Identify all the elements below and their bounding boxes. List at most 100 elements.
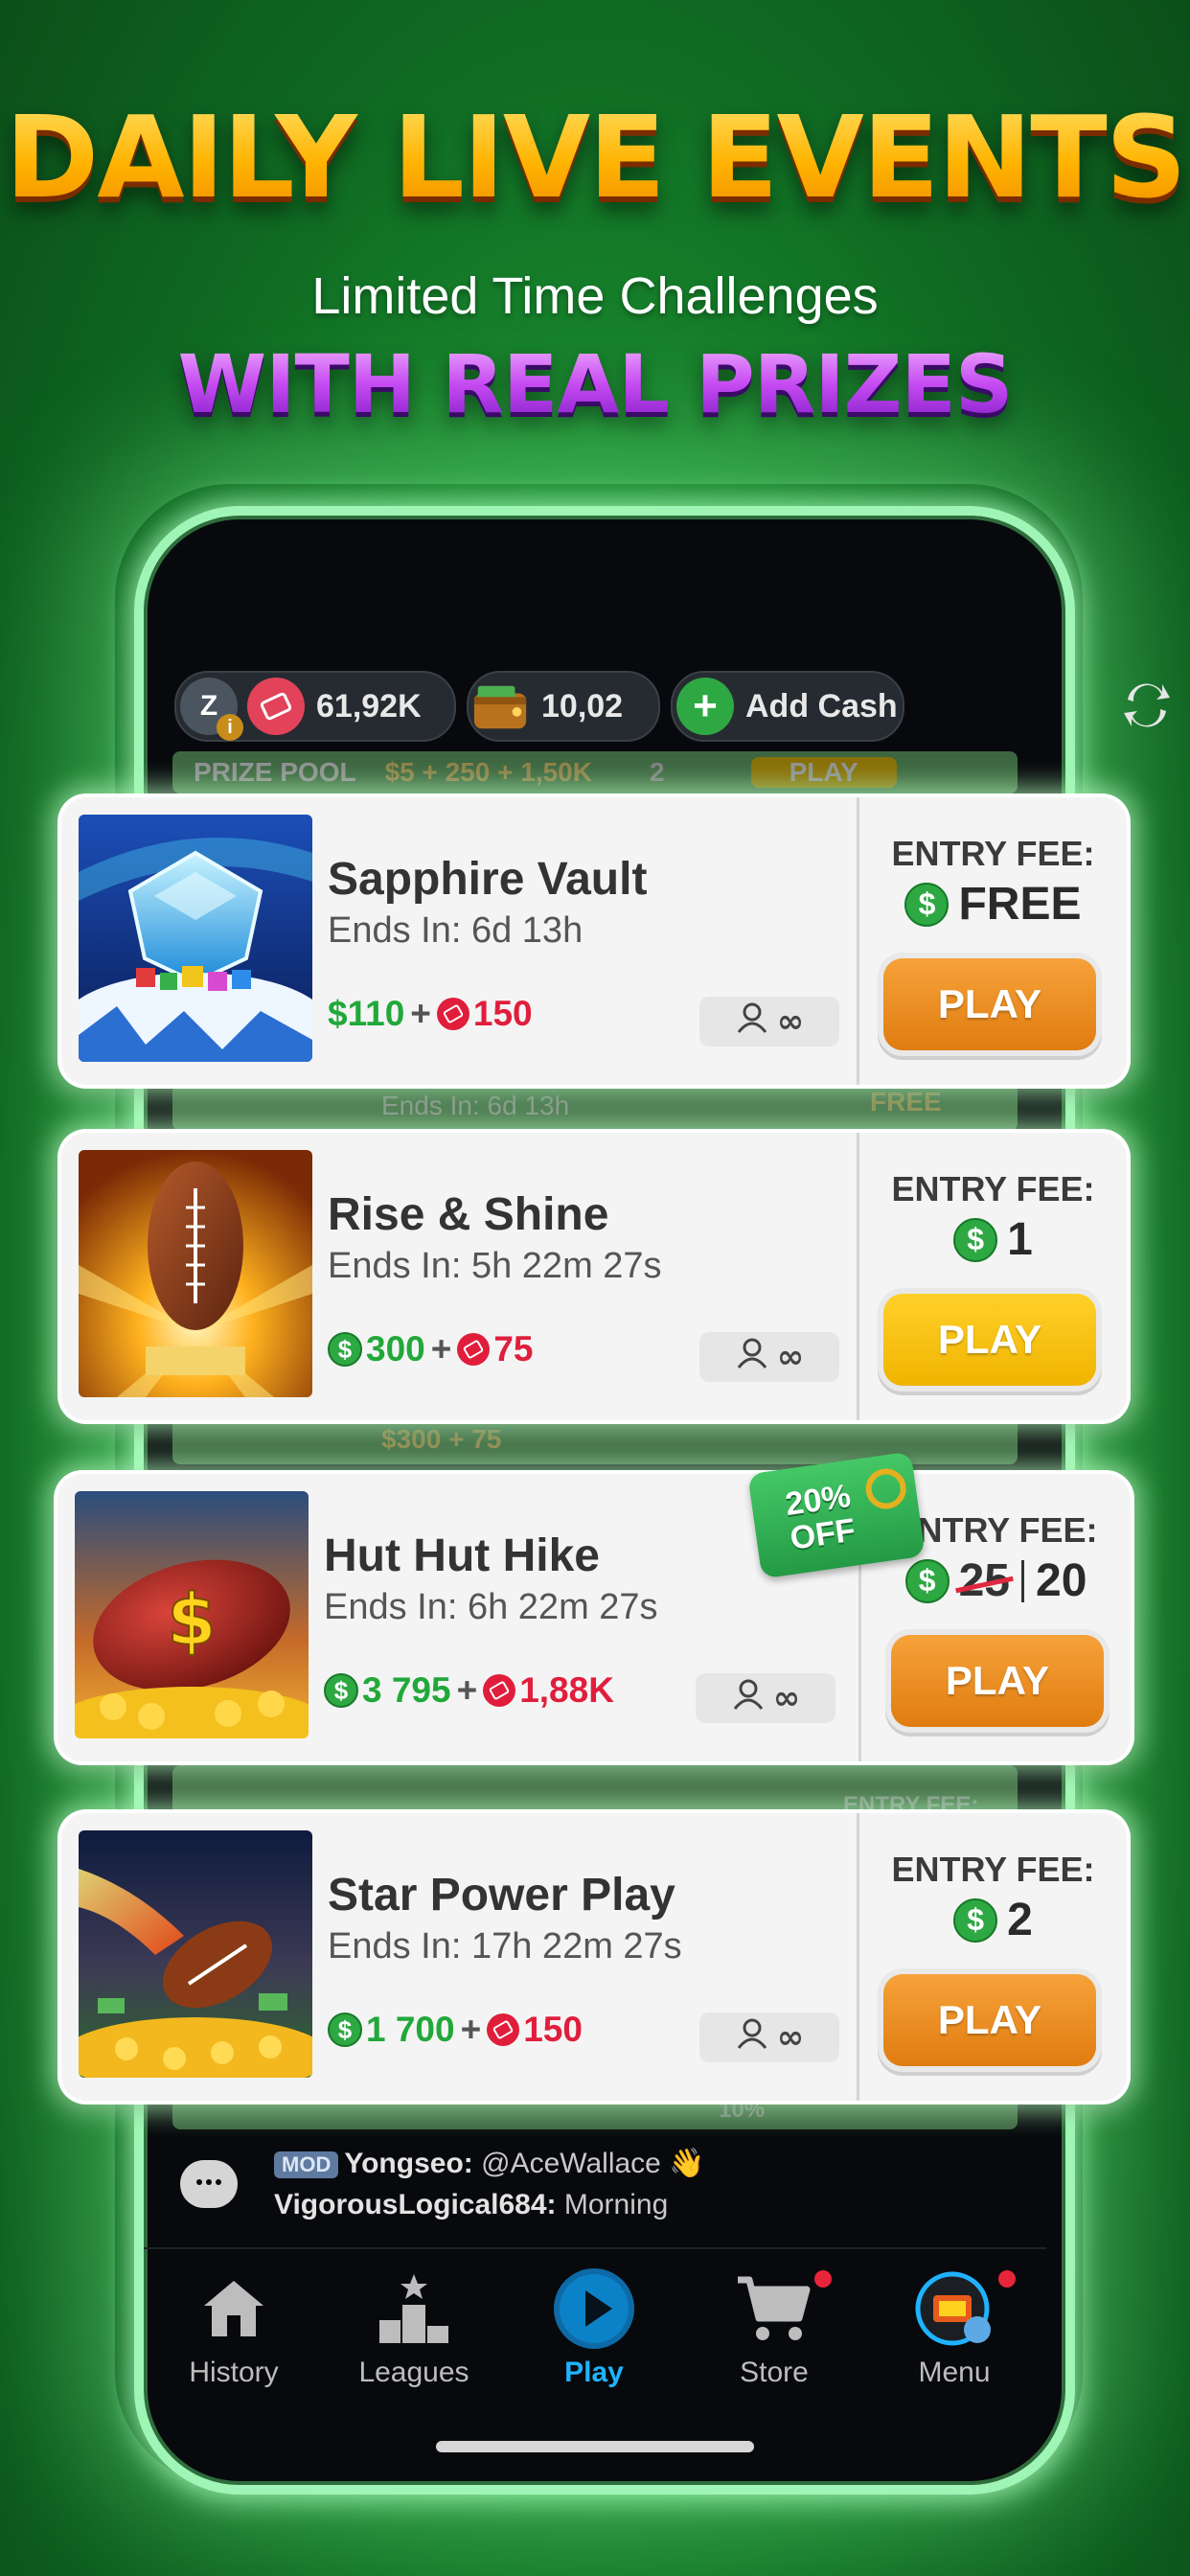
event-title: Rise & Shine xyxy=(328,1189,609,1240)
event-title: Sapphire Vault xyxy=(328,854,648,905)
players-badge: ∞ xyxy=(699,2012,839,2062)
cash-prize: 1 700 xyxy=(366,2010,455,2049)
fee-separator xyxy=(1021,1559,1024,1602)
currency-bar: Z i 61,92K 10,02 + Add Cash xyxy=(174,671,1170,742)
play-button[interactable]: PLAY xyxy=(891,1635,1104,1727)
chat-message-2: VigorousLogical684: Morning xyxy=(274,2189,668,2221)
event-title: Star Power Play xyxy=(328,1870,675,1920)
tickets-pill[interactable]: Z i 61,92K xyxy=(174,671,456,742)
dollar-coin-icon: $ xyxy=(953,1898,998,1943)
ticket-icon xyxy=(487,2013,520,2046)
entry-fee-label: ENTRY FEE: xyxy=(891,1850,1095,1889)
dollar-coin-icon: $ xyxy=(953,1217,998,1262)
discount-label: 20% OFF xyxy=(783,1477,858,1557)
players-count: ∞ xyxy=(776,1002,805,1041)
nav-history[interactable]: History xyxy=(144,2270,324,2389)
players-count: ∞ xyxy=(772,1679,801,1717)
nav-label: Menu xyxy=(918,2357,991,2388)
star-power-play-image xyxy=(79,1830,312,2078)
players-badge: ∞ xyxy=(696,1673,835,1723)
event-timer: Ends In: 6d 13h xyxy=(328,910,584,951)
mod-badge: MOD xyxy=(274,2151,339,2179)
user-icon xyxy=(731,1678,766,1719)
chat-text: Morning xyxy=(556,2189,669,2220)
ghost-prize-values: $5 + 250 + 1,50K xyxy=(384,757,592,787)
dollar-coin-icon: $ xyxy=(904,882,950,927)
wallet-value: 10,02 xyxy=(541,687,624,724)
entry-fee-label: ENTRY FEE: xyxy=(891,834,1095,873)
play-button[interactable]: PLAY xyxy=(883,958,1096,1050)
ticket-prize: 150 xyxy=(523,2010,583,2049)
add-cash-button[interactable]: + Add Cash xyxy=(671,671,904,742)
chat-icon[interactable] xyxy=(180,2160,238,2208)
wallet-pill[interactable]: 10,02 xyxy=(467,671,660,742)
play-button[interactable]: PLAY xyxy=(883,1974,1096,2066)
players-badge: ∞ xyxy=(699,1332,839,1382)
ghost-ends: Ends In: 6d 13h xyxy=(381,1091,570,1120)
entry-fee-original: 25 xyxy=(958,1555,1010,1606)
cash-prize: 300 xyxy=(366,1329,425,1368)
event-timer: Ends In: 17h 22m 27s xyxy=(328,1926,682,1966)
event-card-rise-and-shine[interactable]: Rise & Shine Ends In: 5h 22m 27s $ 300 +… xyxy=(61,1133,1127,1420)
nav-leagues[interactable]: Leagues xyxy=(324,2270,504,2389)
players-badge: ∞ xyxy=(699,997,839,1046)
nav-label: Play xyxy=(564,2357,624,2388)
cash-prize: $110 xyxy=(328,994,405,1033)
ghost-play: PLAY xyxy=(750,757,897,788)
add-cash-label: Add Cash xyxy=(745,687,898,724)
players-count: ∞ xyxy=(776,2018,805,2057)
rise-and-shine-image xyxy=(79,1150,312,1397)
event-timer: Ends In: 5h 22m 27s xyxy=(328,1246,662,1286)
menu-avatar-icon xyxy=(864,2270,1044,2347)
home-indicator[interactable] xyxy=(436,2441,754,2452)
event-prizes: $ 3 795 + 1,88K xyxy=(324,1670,614,1711)
sapphire-vault-image xyxy=(79,815,312,1062)
info-icon[interactable]: i xyxy=(217,714,243,741)
event-card-hut-hut-hike[interactable]: $ Hut Hut Hike Ends In: 6h 22m 27s $ 3 7… xyxy=(57,1474,1131,1761)
event-prizes: $110 + 150 xyxy=(328,994,533,1033)
ticket-icon xyxy=(457,1333,491,1366)
ghost-discount: 10% xyxy=(719,2097,766,2123)
wallet-icon xyxy=(472,678,530,735)
chat-user: VigorousLogical684: xyxy=(274,2189,557,2220)
nav-play[interactable]: Play xyxy=(504,2268,684,2389)
play-icon xyxy=(504,2268,684,2349)
event-timer: Ends In: 6h 22m 27s xyxy=(324,1587,658,1627)
avatar[interactable]: Z i xyxy=(180,678,243,741)
cash-prize: 3 795 xyxy=(362,1670,451,1710)
entry-fee-value: FREE xyxy=(958,879,1082,930)
nav-label: Store xyxy=(740,2357,809,2388)
ticket-icon xyxy=(247,678,305,735)
players-count: ∞ xyxy=(776,1338,805,1376)
plus-icon: + xyxy=(676,678,734,735)
notification-dot xyxy=(998,2270,1016,2288)
avatar-letter: Z xyxy=(199,690,218,722)
hut-hut-hike-image: $ xyxy=(75,1491,309,1738)
user-icon xyxy=(735,2017,769,2058)
entry-fee: $ FREE xyxy=(859,878,1127,931)
ghost-row-prize-pool: PRIZE POOL $5 + 250 + 1,50K 2 PLAY xyxy=(172,751,1018,794)
sync-icon[interactable] xyxy=(1118,678,1176,736)
event-card-star-power-play[interactable]: Star Power Play Ends In: 17h 22m 27s $ 1… xyxy=(61,1813,1127,2101)
dollar-coin-icon: $ xyxy=(324,1673,358,1708)
ticket-icon xyxy=(436,998,469,1030)
entry-fee: $ 1 xyxy=(859,1213,1127,1266)
ghost-row2-prizes: $300 + 75 xyxy=(381,1424,502,1454)
event-prizes: $ 300 + 75 xyxy=(328,1329,534,1369)
event-card-sapphire-vault[interactable]: Sapphire Vault Ends In: 6d 13h $110 + 15… xyxy=(61,797,1127,1085)
nav-store[interactable]: Store xyxy=(684,2270,864,2389)
dollar-coin-icon: $ xyxy=(904,1558,950,1603)
chat-preview[interactable]: MOD Yongseo: @AceWallace 👋 VigorousLogica… xyxy=(144,2129,1044,2244)
entry-fee-value: 1 xyxy=(1007,1214,1033,1265)
ghost-row-4: ENTRY FEE: xyxy=(172,1765,1018,1818)
nav-label: Leagues xyxy=(358,2357,469,2388)
ghost-prize-pool-label: PRIZE POOL xyxy=(194,757,356,787)
play-button[interactable]: PLAY xyxy=(883,1294,1096,1386)
ticket-prize: 150 xyxy=(472,994,533,1033)
cart-icon xyxy=(684,2270,864,2347)
tickets-value: 61,92K xyxy=(316,687,422,724)
entry-fee-value: 2 xyxy=(1007,1895,1033,1945)
nav-menu[interactable]: Menu xyxy=(864,2270,1044,2389)
ticket-icon xyxy=(483,1674,516,1707)
ticket-prize: 75 xyxy=(493,1329,534,1368)
